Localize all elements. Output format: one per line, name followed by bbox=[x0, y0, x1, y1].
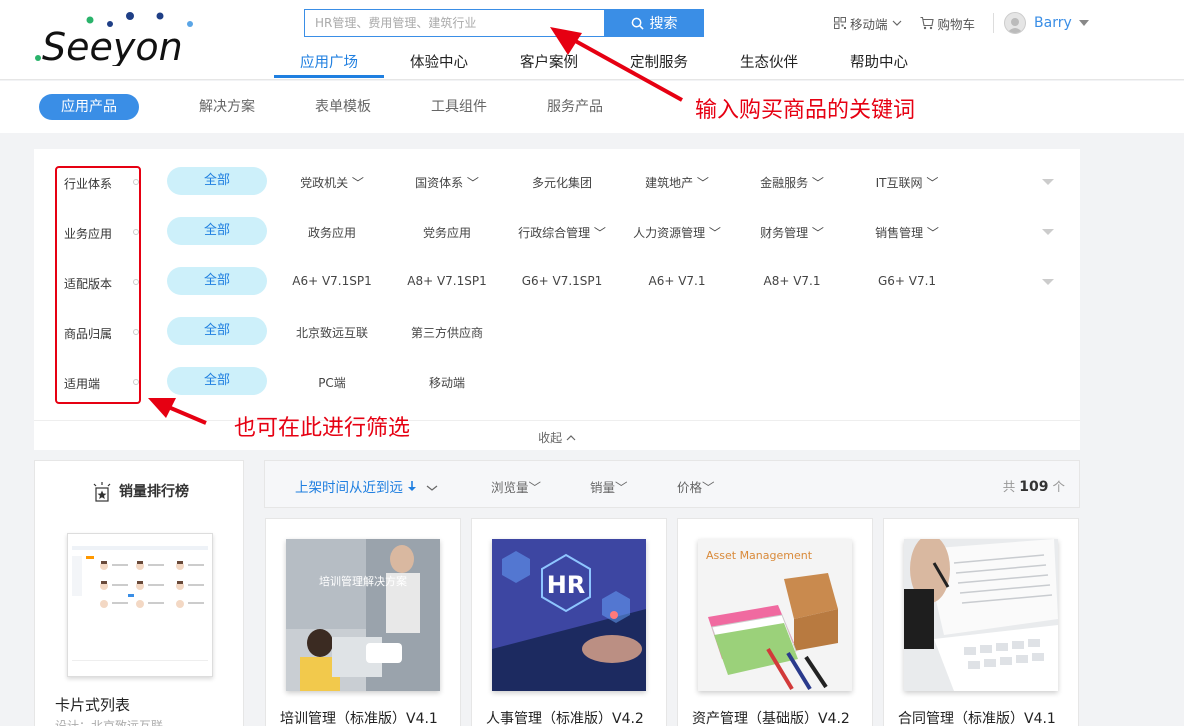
product-image: Asset Management bbox=[698, 539, 852, 691]
product-image: 培训管理解决方案 bbox=[286, 539, 440, 691]
product-image-text: 培训管理解决方案 bbox=[319, 574, 407, 588]
sort-time-label: 上架时间从近到远 bbox=[295, 480, 403, 496]
product-name[interactable]: 培训管理（标准版）V4.1 bbox=[280, 708, 438, 726]
sort-by-time[interactable]: 上架时间从近到远 bbox=[295, 476, 438, 496]
product-name[interactable]: 人事管理（标准版）V4.2 bbox=[486, 708, 644, 726]
product-card[interactable]: Asset Management 资产管理（基础版）V4.2 bbox=[677, 518, 873, 726]
card-list-preview bbox=[68, 534, 212, 676]
ranking-item-name[interactable]: 卡片式列表 bbox=[55, 694, 130, 715]
product-image-text: Asset Management bbox=[706, 549, 813, 562]
product-name[interactable]: 资产管理（基础版）V4.2 bbox=[692, 708, 850, 726]
ranking-title-label: 销量排行榜 bbox=[119, 484, 189, 500]
ranking-title: 销量排行榜 bbox=[35, 481, 245, 503]
product-card[interactable]: 合同管理（标准版）V4.1 bbox=[883, 518, 1079, 726]
chevron-down-icon bbox=[426, 485, 437, 491]
ranking-star-icon bbox=[93, 482, 111, 502]
filter-arrow-line bbox=[165, 404, 207, 425]
sort-by-price[interactable]: 价格﹀ bbox=[677, 477, 715, 496]
product-card[interactable]: HR 人事管理（标准版）V4.2 bbox=[471, 518, 667, 726]
arrow-down-icon bbox=[408, 481, 417, 491]
product-card[interactable]: 培训管理解决方案 培训管理（标准版）V4.1 bbox=[265, 518, 461, 726]
result-count: 共 109 个 bbox=[1002, 479, 1065, 495]
sales-ranking-panel: 销量排行榜 卡片式列表 设计：北京致远互联 bbox=[34, 460, 244, 726]
sort-bar: 上架时间从近到远 浏览量﹀ 销量﹀ 价格﹀ 共 109 个 bbox=[264, 460, 1080, 508]
product-image-text: HR bbox=[547, 571, 586, 599]
ranking-thumbnail[interactable] bbox=[67, 533, 213, 677]
sort-by-sales[interactable]: 销量﹀ bbox=[590, 477, 628, 496]
product-image: HR bbox=[492, 539, 646, 691]
search-arrow-line bbox=[569, 36, 683, 102]
ranking-item-designer: 设计：北京致远互联 bbox=[55, 719, 164, 726]
sort-by-views[interactable]: 浏览量﹀ bbox=[491, 477, 541, 496]
filter-annotation-text: 也可在此进行筛选 bbox=[234, 416, 411, 441]
product-name[interactable]: 合同管理（标准版）V4.1 bbox=[898, 708, 1056, 726]
search-annotation-text: 输入购买商品的关键词 bbox=[695, 98, 916, 123]
product-image bbox=[904, 539, 1058, 691]
